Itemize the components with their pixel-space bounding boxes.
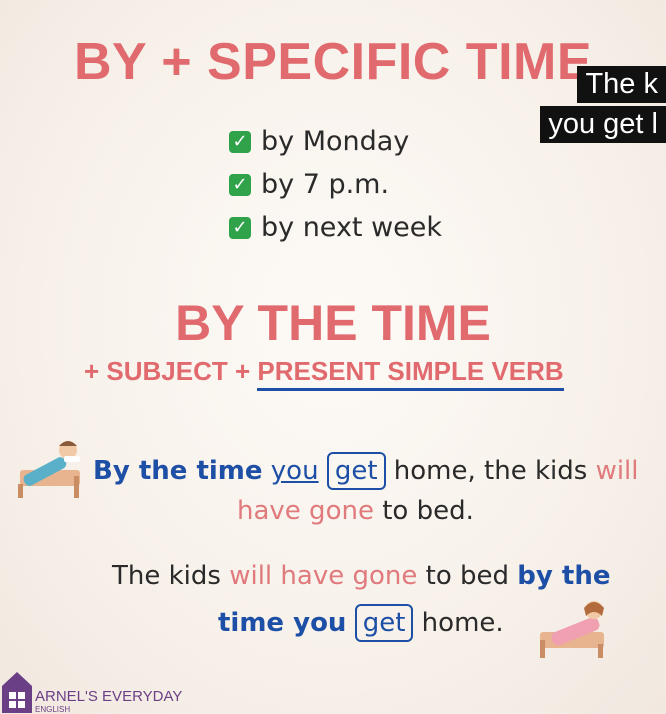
phrase-by-the-time: By the time bbox=[93, 456, 263, 486]
text-home-kids: home, the kids bbox=[385, 456, 596, 486]
phrase-by-the: by the bbox=[517, 561, 611, 591]
verb-get-box: get bbox=[326, 452, 386, 490]
check-icon: ✓ bbox=[229, 173, 251, 196]
check-item-label: by 7 p.m. bbox=[261, 169, 390, 200]
check-item: ✓ by 7 p.m. bbox=[229, 163, 442, 206]
sleeping-girl-icon bbox=[540, 601, 604, 658]
check-item-label: by next week bbox=[261, 212, 443, 243]
formula-underlined: PRESENT SIMPLE VERB bbox=[257, 356, 564, 391]
caption-line-2: you get l bbox=[540, 106, 666, 143]
caption-line-1: The k bbox=[577, 66, 666, 103]
text-home: home. bbox=[413, 608, 504, 638]
checklist: ✓ by Monday ✓ by 7 p.m. ✓ by next week bbox=[229, 120, 442, 249]
formula-prefix: + SUBJECT + bbox=[84, 356, 258, 386]
grammar-formula: + SUBJECT + PRESENT SIMPLE VERB bbox=[84, 356, 564, 391]
example-sentence-1-line-1: By the time you get home, the kids will bbox=[93, 452, 639, 490]
verb-get-box: get bbox=[354, 604, 414, 642]
sub-heading: BY THE TIME bbox=[175, 295, 491, 351]
future-perfect-have-gone: have gone bbox=[237, 496, 374, 526]
sleeping-boy-icon bbox=[18, 441, 80, 498]
main-heading: BY + SPECIFIC TIME bbox=[73, 33, 593, 91]
check-icon: ✓ bbox=[229, 216, 251, 239]
text-to-bed: to bed bbox=[417, 561, 518, 591]
house-logo-icon bbox=[2, 672, 32, 713]
example-sentence-1-line-2: have gone to bed. bbox=[237, 496, 474, 526]
future-perfect-will: will bbox=[595, 456, 639, 486]
example-sentence-2-line-1: The kids will have gone to bed by the bbox=[112, 561, 610, 591]
check-icon: ✓ bbox=[229, 130, 251, 153]
phrase-time-you: time you bbox=[218, 608, 347, 638]
text-to-bed: to bed. bbox=[373, 496, 474, 526]
check-item: ✓ by Monday bbox=[229, 120, 442, 163]
check-item: ✓ by next week bbox=[229, 206, 442, 249]
text-the-kids: The kids bbox=[112, 561, 230, 591]
logo-name: ARNEL'S EVERYDAY bbox=[35, 688, 183, 705]
example-sentence-2-line-2: time you get home. bbox=[218, 604, 504, 642]
future-perfect-will-have-gone: will have gone bbox=[229, 561, 418, 591]
subject-you: you bbox=[270, 456, 319, 486]
check-item-label: by Monday bbox=[261, 126, 410, 157]
